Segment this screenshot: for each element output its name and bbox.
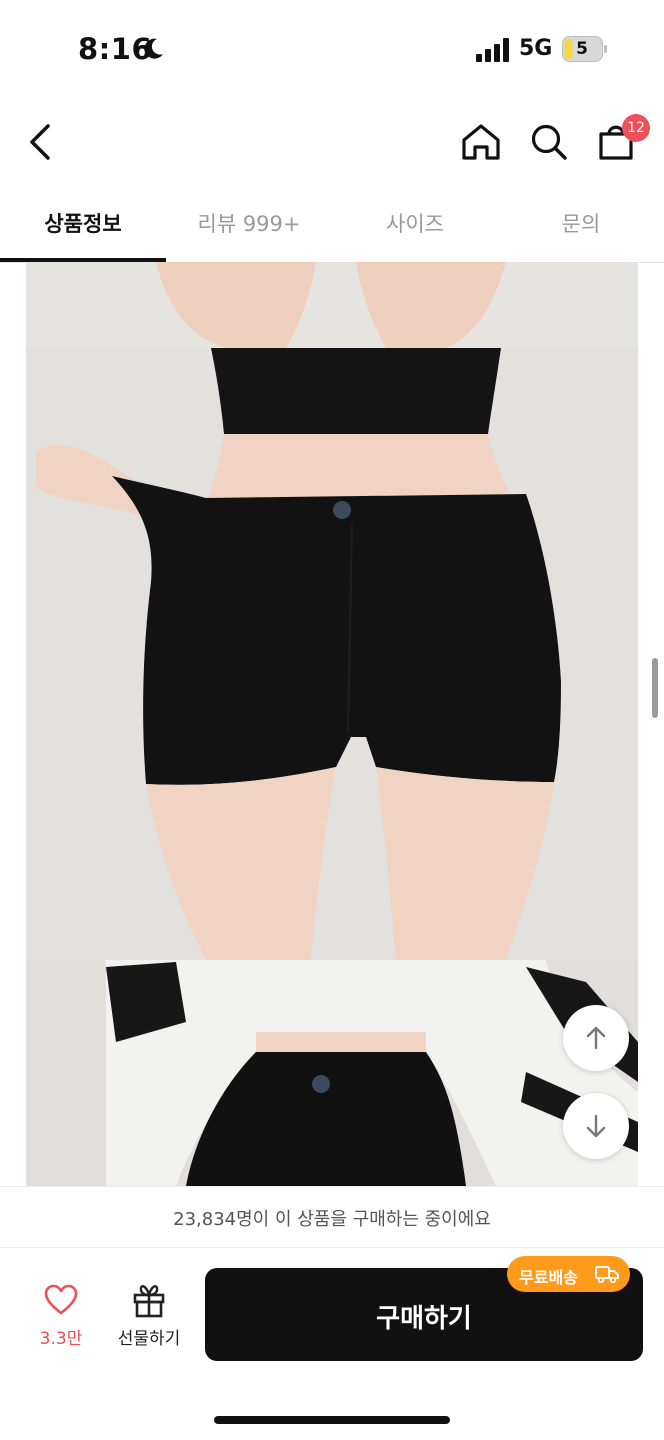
search-icon[interactable] — [527, 120, 571, 164]
cart-count-badge: 12 — [622, 114, 650, 142]
scroll-bottom-button[interactable] — [563, 1093, 629, 1159]
product-photo — [26, 262, 638, 1186]
arrow-up-icon — [586, 1026, 606, 1050]
product-detail-image — [26, 262, 638, 1186]
page-scrollbar[interactable] — [652, 658, 658, 718]
tab-reviews[interactable]: 리뷰 999+ — [166, 208, 332, 244]
signal-icon — [476, 38, 509, 62]
product-tabs: 상품정보 리뷰 999+ 사이즈 문의 — [0, 190, 664, 263]
network-type: 5G — [519, 36, 553, 61]
battery-level: 5 — [576, 39, 588, 59]
like-count: 3.3만 — [39, 1329, 83, 1349]
home-indicator — [214, 1416, 450, 1424]
top-nav-bar — [0, 100, 664, 190]
home-icon[interactable] — [459, 120, 503, 164]
live-buyers-text: 23,834명이 이 상품을 구매하는 중이에요 — [173, 1209, 491, 1230]
arrow-down-icon — [586, 1114, 606, 1138]
moon-icon — [144, 38, 163, 59]
status-bar: 8:16 5G 5 — [0, 0, 664, 100]
live-buyers-banner: 23,834명이 이 상품을 구매하는 중이에요 — [0, 1186, 664, 1248]
gift-icon — [133, 1285, 165, 1318]
heart-icon — [44, 1284, 78, 1315]
like-button[interactable]: 3.3만 — [28, 1284, 94, 1354]
free-shipping-label: 무료배송 — [519, 1268, 578, 1287]
gift-button[interactable]: 선물하기 — [108, 1282, 190, 1354]
gift-label: 선물하기 — [117, 1329, 181, 1349]
tab-inquiry[interactable]: 문의 — [498, 208, 664, 244]
tab-product-info[interactable]: 상품정보 — [0, 208, 166, 244]
tab-size[interactable]: 사이즈 — [332, 208, 498, 244]
back-icon[interactable] — [22, 120, 62, 164]
buy-button-label: 구매하기 — [376, 1303, 472, 1333]
free-shipping-badge: 무료배송 — [507, 1256, 630, 1292]
truck-icon — [595, 1266, 619, 1283]
scroll-top-button[interactable] — [563, 1005, 629, 1071]
